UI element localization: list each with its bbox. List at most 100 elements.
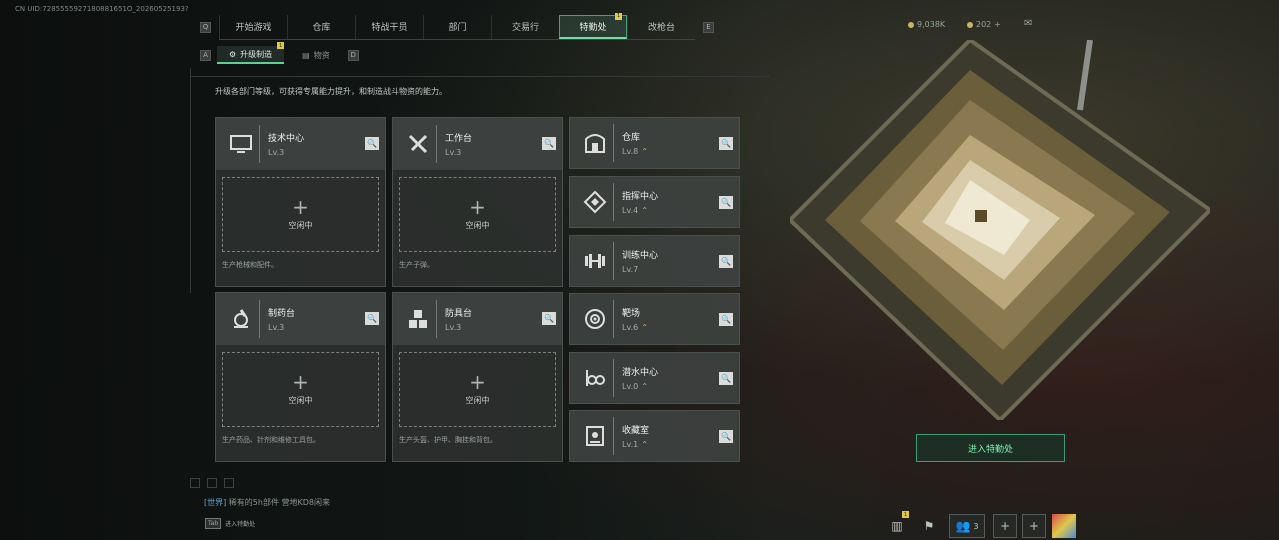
tab-label: 部门 xyxy=(448,23,467,33)
facility-level: Lv.1 xyxy=(622,440,639,449)
slot-status: 空闲中 xyxy=(465,396,490,405)
facility-level: Lv.7 xyxy=(622,265,639,274)
search-icon[interactable]: 🔍 xyxy=(542,137,556,150)
facility-card-collection-room[interactable]: 收藏室 Lv.1 ⌃ 🔍 xyxy=(569,410,740,462)
subnav-key-left: A xyxy=(200,49,211,61)
tab-start-game[interactable]: 开始游戏 xyxy=(219,14,287,39)
notification-badge: 1 xyxy=(615,12,622,20)
add-slot-button[interactable]: + xyxy=(1022,514,1046,538)
tab-label: 仓库 xyxy=(312,23,331,33)
currency-coins: 9,038K xyxy=(908,20,945,29)
gear-icon: ⚙ xyxy=(229,49,237,59)
facility-level: Lv.8 xyxy=(622,147,639,156)
search-icon[interactable]: 🔍 xyxy=(542,312,556,325)
upgrade-available-icon: ⌃ xyxy=(641,147,648,156)
add-icon[interactable]: + xyxy=(994,20,1001,29)
special-ops-cube-illustration xyxy=(790,40,1210,420)
facility-card-pharmacy[interactable]: 制药台 Lv.3 🔍 + 空闲中 生产药品、针剂和维修工具包。 xyxy=(215,292,386,462)
tab-storage[interactable]: 仓库 xyxy=(287,14,355,39)
facility-name: 防具台 xyxy=(445,309,473,319)
subtab-supplies[interactable]: ▤ 物资 xyxy=(290,46,342,64)
user-uid: CN UID:7285555927180881651O_20260525193? xyxy=(15,5,189,13)
upgrade-available-icon: ⌃ xyxy=(641,323,648,332)
mail-icon[interactable]: ✉ xyxy=(1024,18,1032,29)
facility-card-storage[interactable]: 仓库 Lv.8 ⌃ 🔍 xyxy=(569,117,740,169)
divider xyxy=(190,76,770,77)
facility-card-workbench[interactable]: 工作台 Lv.3 🔍 + 空闲中 生产子弹。 xyxy=(392,117,563,287)
facility-card-training-center[interactable]: 训练中心 Lv.7 🔍 xyxy=(569,235,740,287)
search-icon[interactable]: 🔍 xyxy=(719,313,733,326)
quick-slot[interactable] xyxy=(190,478,200,488)
facility-name: 指挥中心 xyxy=(622,192,659,202)
facility-card-tech-center[interactable]: 技术中心 Lv.3 🔍 + 空闲中 生产枪械和配件。 xyxy=(215,117,386,287)
flag-icon[interactable]: ⚑ xyxy=(917,514,941,538)
display-case-icon xyxy=(576,417,614,455)
search-icon[interactable]: 🔍 xyxy=(719,430,733,443)
subtab-upgrade-craft[interactable]: ⚙ 升级制造 1 xyxy=(217,42,285,64)
facility-level: Lv.3 xyxy=(445,323,462,332)
production-slot[interactable]: + 空闲中 xyxy=(399,352,556,427)
facility-card-shooting-range[interactable]: 靶场 Lv.6 ⌃ 🔍 xyxy=(569,293,740,345)
facility-level: Lv.4 xyxy=(622,206,639,215)
production-slot[interactable]: + 空闲中 xyxy=(399,177,556,252)
friends-button[interactable]: 👥 3 xyxy=(949,514,985,538)
search-icon[interactable]: 🔍 xyxy=(719,255,733,268)
production-description: 生产枪械和配件。 xyxy=(222,261,278,269)
storage-icon xyxy=(576,124,614,162)
coin-icon xyxy=(908,21,914,28)
production-description: 生产头盔、护甲、胸挂和背包。 xyxy=(399,436,497,444)
facility-name: 仓库 xyxy=(622,133,641,143)
search-icon[interactable]: 🔍 xyxy=(719,372,733,385)
dumbbell-icon xyxy=(576,242,614,280)
tab-department[interactable]: 部门 xyxy=(423,14,491,39)
facility-name: 靶场 xyxy=(622,309,641,319)
microscope-icon xyxy=(222,300,260,338)
key-action-label: 进入特勤处 xyxy=(225,521,256,528)
search-icon[interactable]: 🔍 xyxy=(365,312,379,325)
facility-name: 制药台 xyxy=(268,309,296,319)
search-icon[interactable]: 🔍 xyxy=(365,137,379,150)
tab-special-ops[interactable]: 特勤处 1 xyxy=(559,12,627,39)
key-label: Tab xyxy=(205,518,222,529)
tab-label: 特战干员 xyxy=(371,23,408,33)
facility-name: 技术中心 xyxy=(268,134,305,144)
avatar[interactable] xyxy=(1052,514,1076,538)
premium-coin-icon xyxy=(967,21,973,28)
add-slot-button[interactable]: + xyxy=(993,514,1017,538)
target-icon xyxy=(576,300,614,338)
tab-operators[interactable]: 特战干员 xyxy=(355,14,423,39)
production-description: 生产药品、针剂和维修工具包。 xyxy=(222,436,320,444)
facility-level: Lv.3 xyxy=(268,148,285,157)
facility-card-command-center[interactable]: 指挥中心 Lv.4 ⌃ 🔍 xyxy=(569,176,740,228)
enter-special-ops-button[interactable]: 进入特勤处 xyxy=(916,434,1065,462)
slot-status: 空闲中 xyxy=(288,221,313,230)
search-icon[interactable]: 🔍 xyxy=(719,137,733,150)
stats-icon[interactable]: ▥ 1 xyxy=(885,511,909,538)
tab-label: 改枪台 xyxy=(647,23,675,33)
diving-mask-icon xyxy=(576,359,614,397)
main-navigation: Q 开始游戏 仓库 特战干员 部门 交易行 特勤处 1 改枪台 E xyxy=(200,12,714,40)
tools-icon xyxy=(399,125,437,163)
production-slot[interactable]: + 空闲中 xyxy=(222,352,379,427)
quick-slot[interactable] xyxy=(224,478,234,488)
plus-icon: + xyxy=(469,195,486,219)
facility-level: Lv.3 xyxy=(268,323,285,332)
tab-gunsmith[interactable]: 改枪台 xyxy=(627,14,695,39)
tab-trading[interactable]: 交易行 xyxy=(491,14,559,39)
search-icon[interactable]: 🔍 xyxy=(719,196,733,209)
facility-card-dive-center[interactable]: 潜水中心 Lv.0 ⌃ 🔍 xyxy=(569,352,740,404)
facility-name: 工作台 xyxy=(445,134,473,144)
chat-message[interactable]: [世界] 稀有的5h部件 营地KD8闲来 xyxy=(204,497,330,508)
production-slot[interactable]: + 空闲中 xyxy=(222,177,379,252)
nav-key-left: Q xyxy=(200,21,211,33)
plus-icon: + xyxy=(469,370,486,394)
production-description: 生产子弹。 xyxy=(399,261,434,269)
friends-count: 3 xyxy=(973,521,979,531)
facility-card-armor[interactable]: 防具台 Lv.3 🔍 + 空闲中 生产头盔、护甲、胸挂和背包。 xyxy=(392,292,563,462)
quick-slot[interactable] xyxy=(207,478,217,488)
currency-premium: 202 + xyxy=(967,20,1001,29)
tab-label: 交易行 xyxy=(511,23,539,33)
facility-level: Lv.6 xyxy=(622,323,639,332)
box-icon: ▤ xyxy=(302,50,310,60)
plus-icon: + xyxy=(292,195,309,219)
